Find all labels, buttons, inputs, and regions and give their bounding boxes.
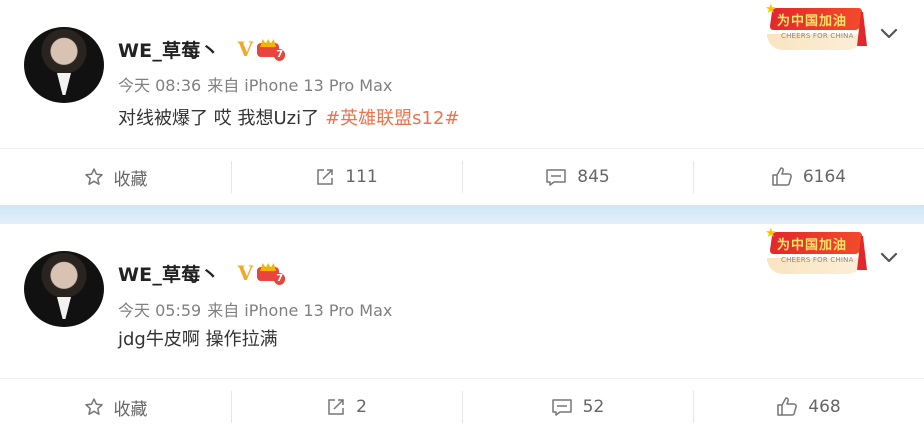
banner-text: 为中国加油: [777, 14, 848, 29]
username[interactable]: WE_草莓丶: [118, 36, 220, 63]
crown-level-icon[interactable]: 7: [257, 39, 286, 61]
repost-icon: [317, 169, 334, 185]
user-name-row: WE_草莓丶 V 7: [118, 35, 286, 63]
like-icon: [777, 397, 798, 416]
user-name-row: WE_草莓丶 V 7: [118, 259, 286, 287]
like-count: 6164: [802, 167, 847, 187]
favorite-button[interactable]: 收藏: [0, 379, 231, 435]
chevron-down-icon[interactable]: [878, 22, 900, 44]
verified-badge-icon[interactable]: V: [238, 261, 254, 285]
star-icon: [84, 398, 103, 415]
post-text: jdg牛皮啊 操作拉满: [118, 325, 278, 351]
feed-separator: [0, 205, 924, 224]
banner-text: 为中国加油: [777, 238, 848, 253]
post-body: jdg牛皮啊 操作拉满: [118, 329, 278, 350]
comment-button[interactable]: 52: [462, 379, 693, 435]
level-number: 7: [274, 49, 286, 61]
comment-icon: [551, 399, 572, 416]
weibo-post-2: WE_草莓丶 V 7 今天 05:59 来自 iPhone 13 Pro Max …: [0, 224, 924, 432]
comment-button[interactable]: 845: [462, 149, 693, 205]
username[interactable]: WE_草莓丶: [118, 260, 220, 287]
comment-count: 52: [582, 397, 605, 417]
star-icon: [84, 168, 103, 185]
post-time[interactable]: 今天 05:59: [118, 301, 201, 320]
action-bar: 收藏 2 52 468: [0, 378, 924, 435]
like-icon: [772, 167, 792, 186]
comment-icon: [546, 169, 567, 186]
like-count: 468: [808, 397, 841, 417]
post-source: 来自 iPhone 13 Pro Max: [207, 76, 393, 95]
repost-button[interactable]: 111: [231, 149, 462, 205]
banner-subtext: CHEERS FOR CHINA: [781, 256, 854, 264]
post-meta: 今天 05:59 来自 iPhone 13 Pro Max: [118, 297, 392, 321]
repost-count: 2: [356, 397, 367, 417]
repost-count: 111: [345, 167, 378, 187]
weibo-post-1: WE_草莓丶 V 7 今天 08:36 来自 iPhone 13 Pro Max …: [0, 0, 924, 205]
star-decoration-icon: ★: [765, 226, 777, 241]
post-body: 对线被爆了 哎 我想Uzi了: [118, 108, 320, 129]
comment-count: 845: [577, 167, 610, 187]
favorite-label: 收藏: [113, 399, 148, 420]
verified-badge-icon[interactable]: V: [238, 37, 254, 61]
level-number: 7: [274, 273, 286, 285]
favorite-label: 收藏: [113, 169, 148, 190]
post-text: 对线被爆了 哎 我想Uzi了 #英雄联盟s12#: [118, 104, 460, 130]
cheers-for-china-banner[interactable]: ★ 为中国加油 CHEERS FOR CHINA: [763, 226, 869, 276]
avatar[interactable]: [24, 27, 104, 103]
star-decoration-icon: ★: [765, 2, 777, 17]
crown-level-icon[interactable]: 7: [257, 263, 286, 285]
repost-icon: [328, 399, 344, 415]
post-source: 来自 iPhone 13 Pro Max: [207, 301, 393, 320]
banner-subtext: CHEERS FOR CHINA: [781, 32, 854, 40]
avatar[interactable]: [24, 251, 104, 327]
action-bar: 收藏 111 845 6164: [0, 148, 924, 205]
cheers-for-china-banner[interactable]: ★ 为中国加油 CHEERS FOR CHINA: [763, 2, 869, 52]
post-time[interactable]: 今天 08:36: [118, 76, 201, 95]
chevron-down-icon[interactable]: [878, 246, 900, 268]
hashtag-link[interactable]: #英雄联盟s12#: [325, 108, 459, 129]
favorite-button[interactable]: 收藏: [0, 149, 231, 205]
repost-button[interactable]: 2: [231, 379, 462, 435]
post-meta: 今天 08:36 来自 iPhone 13 Pro Max: [118, 72, 392, 96]
like-button[interactable]: 6164: [693, 149, 924, 205]
like-button[interactable]: 468: [693, 379, 924, 435]
